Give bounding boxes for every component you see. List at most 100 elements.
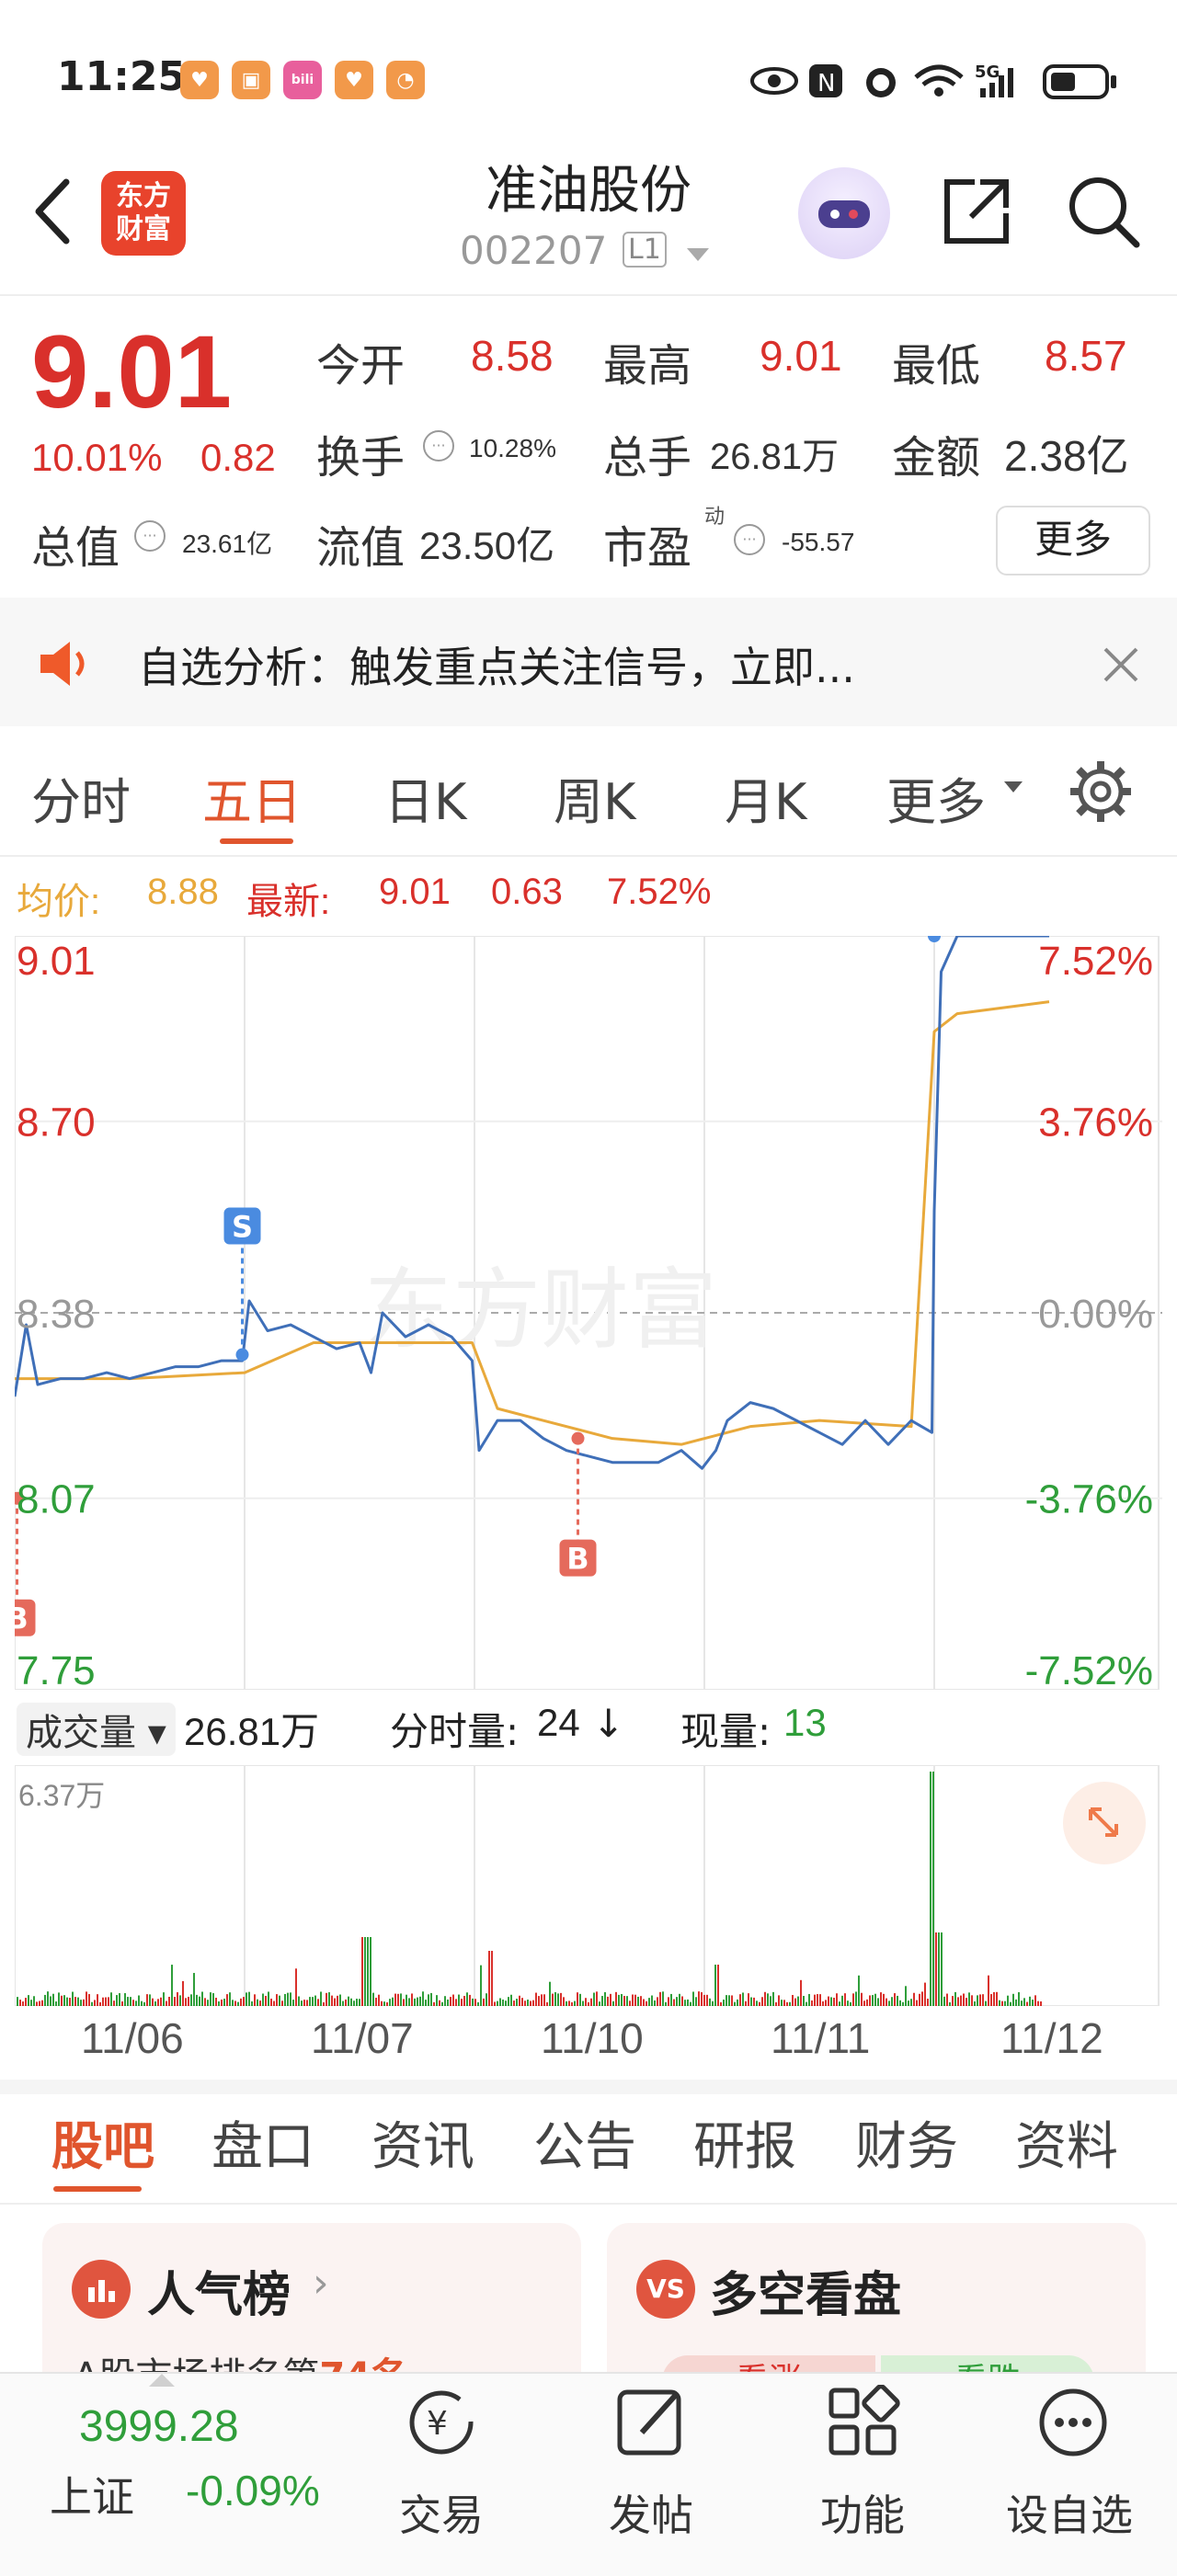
volume-bar — [132, 2000, 134, 2006]
volume-bar — [883, 1993, 885, 2006]
expand-icon[interactable] — [1063, 1782, 1146, 1864]
volume-bar — [554, 1991, 556, 2006]
volume-bar — [869, 1995, 871, 2006]
volume-bar — [436, 1995, 438, 2006]
five-day-price-chart[interactable]: 东方财富SBBS9.017.52%8.703.76%8.380.00%8.07-… — [15, 936, 1162, 1690]
tab-guba[interactable]: 股吧 — [51, 2105, 154, 2180]
index-name[interactable]: 上证 — [50, 2464, 134, 2525]
svg-text:¥: ¥ — [427, 2405, 448, 2443]
volume-bar — [657, 1997, 658, 2006]
tab-news[interactable]: 资讯 — [371, 2105, 474, 2180]
volume-bar — [698, 1991, 700, 2006]
volume-bar — [891, 1997, 893, 2006]
notification-app-icon: ▣ — [232, 61, 270, 99]
back-arrow-icon[interactable] — [29, 175, 75, 248]
volume-bar — [472, 1998, 474, 2006]
volume-bar — [670, 1993, 672, 2006]
tab-intraday[interactable]: 分时 — [31, 761, 131, 834]
trade-yen-icon[interactable]: ¥ — [405, 2385, 480, 2460]
volume-bar — [546, 2001, 548, 2006]
index-change[interactable]: -0.09% — [186, 2466, 320, 2515]
volume-bar — [720, 2001, 722, 2006]
delta-legend-value: 0.63 — [491, 872, 563, 912]
volume-bar — [665, 2001, 667, 2006]
volume-bar — [157, 1999, 159, 2006]
trade-marker-dot — [235, 1348, 249, 1362]
trade-marker-dot — [928, 936, 941, 942]
volume-bar — [828, 1996, 829, 2006]
tab-profile[interactable]: 资料 — [1015, 2105, 1118, 2180]
volume-bar — [516, 1999, 518, 2006]
volume-chart[interactable] — [15, 1765, 1162, 2006]
date-label: 11/12 — [1000, 2014, 1103, 2062]
volume-bar — [971, 1995, 973, 2006]
info-dots-icon[interactable]: ··· — [423, 430, 454, 462]
volume-bar — [91, 2001, 93, 2006]
volume-bar — [378, 1994, 380, 2006]
share-icon[interactable] — [938, 173, 1015, 250]
volume-bar — [748, 1993, 749, 2006]
volume-bar — [543, 1994, 545, 2006]
volume-bar — [734, 2001, 736, 2006]
volume-bar — [930, 1772, 931, 2006]
volume-bar — [494, 2001, 496, 2006]
volume-bar — [590, 1998, 592, 2006]
volume-bar — [919, 1993, 920, 2006]
tab-order-book[interactable]: 盘口 — [211, 2105, 314, 2180]
tab-five-day[interactable]: 五日 — [202, 761, 302, 834]
tab-announcements[interactable]: 公告 — [533, 2105, 636, 2180]
volume-bar — [444, 1996, 446, 2006]
volume-bar — [899, 2000, 901, 2006]
info-dots-icon[interactable]: ··· — [734, 524, 765, 555]
nav-post[interactable]: 发帖 — [609, 2482, 693, 2543]
tab-research[interactable]: 研报 — [693, 2105, 796, 2180]
volume-bar — [342, 2000, 344, 2006]
volume-bar — [292, 2000, 294, 2006]
volume-bar — [210, 1992, 211, 2006]
volume-bar — [215, 1997, 217, 2006]
volume-bar — [1012, 1993, 1014, 2006]
info-dots-icon[interactable]: ··· — [134, 520, 166, 552]
volume-bar — [847, 2000, 849, 2006]
amount-label: 金额 — [892, 432, 981, 484]
volume-bar — [783, 2000, 785, 2006]
volume-bar — [750, 1997, 752, 2006]
more-button[interactable]: 更多 — [996, 506, 1150, 576]
assistant-robot-icon[interactable] — [798, 167, 890, 259]
volume-bar — [966, 1998, 967, 2006]
index-value[interactable]: 3999.28 — [79, 2401, 239, 2452]
volume-indicator-select[interactable]: 成交量 ▾ — [17, 1703, 176, 1756]
nav-add-watchlist[interactable]: 设自选 — [1006, 2482, 1133, 2543]
volume-bar — [982, 1994, 984, 2006]
nav-trade[interactable]: 交易 — [399, 2482, 484, 2543]
search-icon[interactable] — [1065, 173, 1142, 250]
close-icon[interactable] — [1100, 644, 1142, 686]
level-badge: L1 — [623, 232, 667, 268]
trade-marker-label: B — [566, 1542, 588, 1577]
volume-bar — [737, 1999, 738, 2006]
volume-bar — [668, 1997, 669, 2006]
tab-monthly-k[interactable]: 月K — [725, 761, 806, 834]
volume-bar — [33, 1996, 35, 2006]
volume-bar — [897, 1995, 898, 2006]
status-icons: N 5G — [750, 63, 1116, 99]
tab-finance[interactable]: 财务 — [855, 2105, 958, 2180]
tab-weekly-k[interactable]: 周K — [554, 761, 635, 834]
volume-bar — [615, 1991, 617, 2006]
more-circle-icon[interactable] — [1035, 2385, 1111, 2460]
tab-daily-k[interactable]: 日K — [384, 761, 466, 834]
grid-apps-icon[interactable] — [826, 2385, 901, 2460]
compose-post-icon[interactable] — [614, 2385, 690, 2460]
gear-icon[interactable] — [1067, 758, 1135, 826]
stock-code[interactable]: 002207 — [460, 228, 607, 273]
nav-functions[interactable]: 功能 — [820, 2482, 905, 2543]
volume-bar — [143, 2001, 145, 2006]
tab-more[interactable]: 更多 — [886, 761, 986, 834]
volume-bar — [792, 1994, 794, 2006]
volume-bar — [825, 2000, 827, 2006]
volume-bar — [480, 1965, 482, 2006]
volume-bar — [320, 1991, 322, 2006]
volume-bar — [960, 1995, 962, 2006]
chevron-down-icon[interactable] — [685, 246, 711, 263]
volume-bar — [770, 1996, 771, 2006]
